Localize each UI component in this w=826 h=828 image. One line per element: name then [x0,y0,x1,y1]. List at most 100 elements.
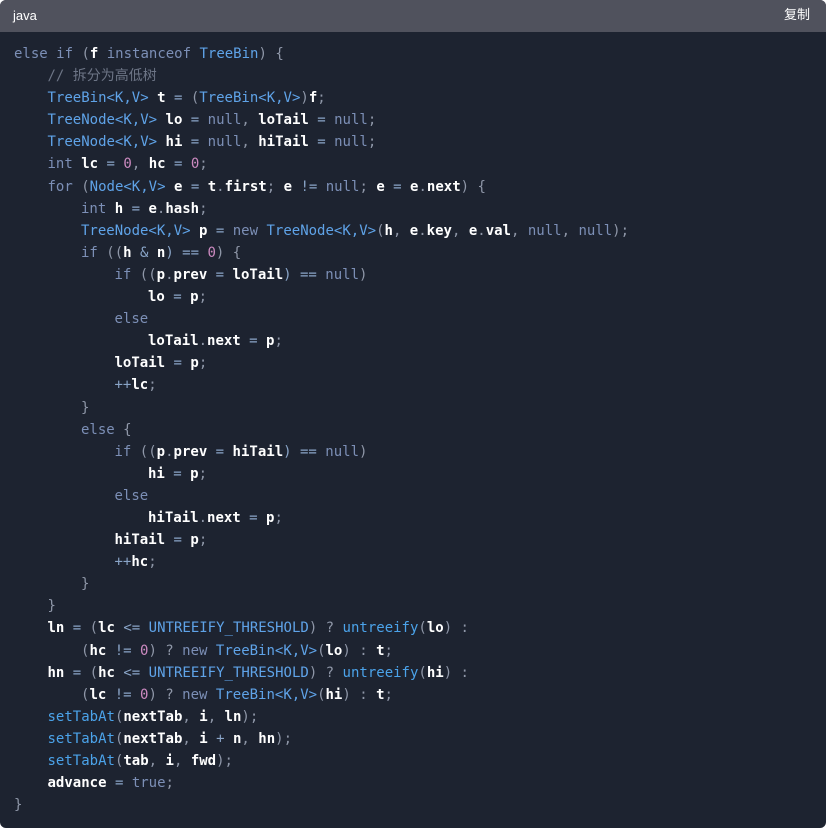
code-token: hi [325,686,343,703]
code-token: TreeBin<K,V> [47,90,149,107]
code-token: next [207,509,241,526]
code-token: loTail [232,266,284,283]
code-line: else { [0,419,826,441]
code-line: else [0,485,826,507]
code-token: TreeBin<K,V> [215,642,318,659]
code-token: // 拆分为高低树 [47,68,157,85]
code-token: h [384,222,393,239]
code-token: null [334,112,368,129]
code-line: int h = e.hash; [0,198,826,220]
code-token: ( [317,642,326,659]
code-token: ) ? [148,642,183,659]
code-token: ; [148,377,157,394]
code-line: if ((p.prev = loTail) == null) [0,264,826,286]
code-token: hiTail [258,134,309,151]
code-line: setTabAt(nextTab, i + n, hn); [0,728,826,750]
code-token: next [207,333,241,350]
code-token: = [182,134,208,151]
code-token: <= [114,620,149,637]
code-token: prev [173,443,208,460]
code-token: t [157,90,166,107]
code-token: = [98,156,124,173]
code-token: else [81,421,115,438]
code-token: 0 [123,156,132,173]
code-line: if ((h & n) == 0) { [0,242,826,264]
code-token: null [207,112,242,129]
code-token: ( [418,620,427,637]
code-token: . [418,222,427,239]
code-token: fwd [190,753,217,769]
code-token: i [199,708,208,725]
code-token: new [232,222,259,239]
code-token: , [182,730,200,747]
code-token: = [207,266,233,283]
code-token: TreeNode<K,V> [266,222,377,239]
code-line: hiTail.next = p; [0,507,826,529]
code-token: ( [376,222,385,239]
code-line: (hc != 0) ? new TreeBin<K,V>(lo) : t; [0,640,826,662]
code-token: } [47,598,56,615]
code-token: ) == [165,244,208,261]
code-line: int lc = 0, hc = 0; [0,153,826,175]
code-token: null [334,134,368,151]
code-token: if [114,266,132,283]
code-token: lc [98,620,115,637]
code-token: key [426,222,452,239]
code-token: if [114,443,132,460]
code-token: TreeBin<K,V> [199,90,301,107]
code-token: ; [367,134,377,151]
code-line: // 拆分为高低树 [0,65,826,87]
code-token: ); [275,730,292,747]
code-token: ( [72,178,90,195]
code-token: ( [317,686,326,703]
code-token: 0 [207,244,216,261]
code-token: hc [131,554,149,571]
code-token: , [561,222,579,239]
code-token: e [283,178,293,195]
code-token: next [426,178,461,195]
code-token: else [114,311,149,328]
code-token: t [376,686,385,703]
code-token: ++ [114,377,132,394]
code-token: lc [89,686,107,703]
code-token: } [81,399,90,416]
code-line: for (Node<K,V> e = t.first; e != null; e… [0,176,826,198]
code-token: , [241,112,259,129]
code-token: e [148,200,157,217]
code-token: ; [198,532,208,549]
code-token: = [240,509,267,526]
code-token: ; [165,775,174,792]
code-token: UNTREEIFY_THRESHOLD [148,620,309,637]
code-token: hash [165,200,200,217]
code-token: p [190,532,199,549]
code-token: nextTab [123,708,183,725]
code-line: loTail = p; [0,352,826,374]
code-token: hc [148,156,166,173]
code-token: = [64,620,90,637]
code-token: = [240,333,267,350]
code-token: . [216,178,225,195]
code-token: ; [359,178,377,195]
code-line: setTabAt(tab, i, fwd); [0,750,826,772]
code-token: = [106,775,132,792]
code-token: ) == [283,443,326,460]
code-token: ; [317,90,326,107]
code-token: p [190,465,199,482]
code-token: (( [131,266,157,283]
code-token: tab [123,753,149,769]
code-token: ; [384,686,393,703]
code-token: , [131,156,149,173]
code-token: ; [148,554,157,571]
copy-button[interactable]: 复制 [784,0,810,32]
code-token: h [114,200,124,217]
code-token: UNTREEIFY_THRESHOLD [148,664,309,681]
code-token: = [308,134,335,151]
code-token: new [182,642,208,659]
code-token: ( [418,664,427,681]
code-token: ; [274,333,283,350]
code-token: = [165,156,191,173]
code-token: ); [216,753,233,769]
code-token: ( [89,664,99,681]
code-token: ) : [342,642,377,659]
code-token: p [156,266,166,283]
